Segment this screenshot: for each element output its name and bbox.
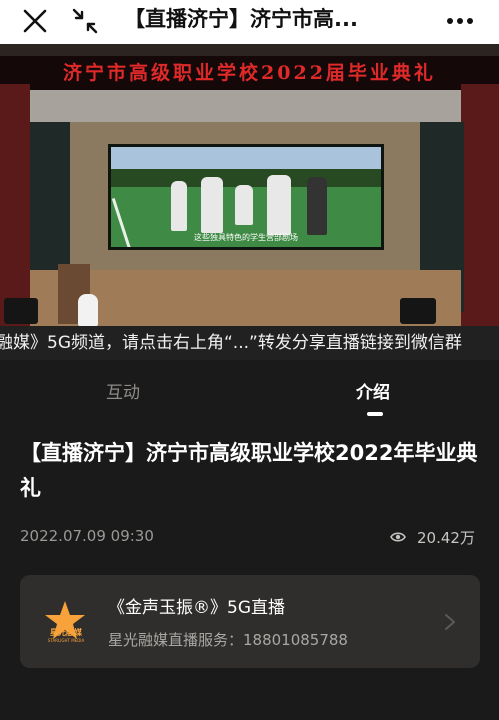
view-count-value: 20.42万 [417,529,475,547]
live-title: 【直播济宁】济宁市高级职业学校2022年毕业典礼 [20,441,478,500]
tab-bar: 互动 介绍 [0,360,499,422]
live-date: 2022.07.09 09:30 [20,527,154,545]
scrolling-ticker: 融媒》5G频道，请点击右上角“...”转发分享直播链接到微信群 [0,326,499,360]
ticker-text: 融媒》5G频道，请点击右上角“...”转发分享直播链接到微信群 [0,333,462,353]
more-button[interactable] [440,6,480,36]
more-dots-icon [447,18,473,24]
tab-interact[interactable]: 互动 [106,378,140,403]
view-count: 20.42万 [390,527,482,547]
speaker-right [400,298,436,324]
close-button[interactable] [20,6,50,36]
publisher-name: 《金声玉振®》5G直播 [108,598,285,618]
screen-person [307,177,327,235]
active-tab-indicator [367,412,383,416]
screen-person [201,177,223,233]
screen-caption: 这些独具特色的学生营部剧场 [194,233,298,242]
eye-icon [390,532,406,542]
screen-person [171,181,187,231]
curtain-right [461,84,499,326]
chevron-right-icon [445,614,455,630]
publisher-card[interactable]: 星光融媒 STARLIGHT MEDIA 《金声玉振®》5G直播 星光融媒直播服… [20,575,480,668]
close-icon [23,9,47,33]
ceremony-banner: 济宁市高级职业学校2022届毕业典礼 [0,56,499,90]
stage-screen: 这些独具特色的学生营部剧场 [108,144,384,250]
logo-brand-text: 星光融媒 [50,628,82,637]
stage-ceiling [30,90,461,122]
top-nav-bar: 【直播济宁】济宁市高... [0,0,499,44]
publisher-service: 星光融媒直播服务：18801085788 [108,631,348,649]
speaker-left [4,298,38,324]
screen-person [235,185,253,225]
logo-brand-subtext: STARLIGHT MEDIA [47,638,85,643]
tab-intro[interactable]: 介绍 [356,378,390,403]
person-figure [78,294,98,326]
screen-person [267,175,291,235]
shrink-arrows-icon [72,8,98,34]
minimize-button[interactable] [70,6,100,36]
page-title: 【直播济宁】济宁市高... [124,7,358,31]
curtain-left [0,84,30,326]
video-player[interactable]: 济宁市高级职业学校2022届毕业典礼 这些独具特色的学生营部剧场 [0,44,499,326]
